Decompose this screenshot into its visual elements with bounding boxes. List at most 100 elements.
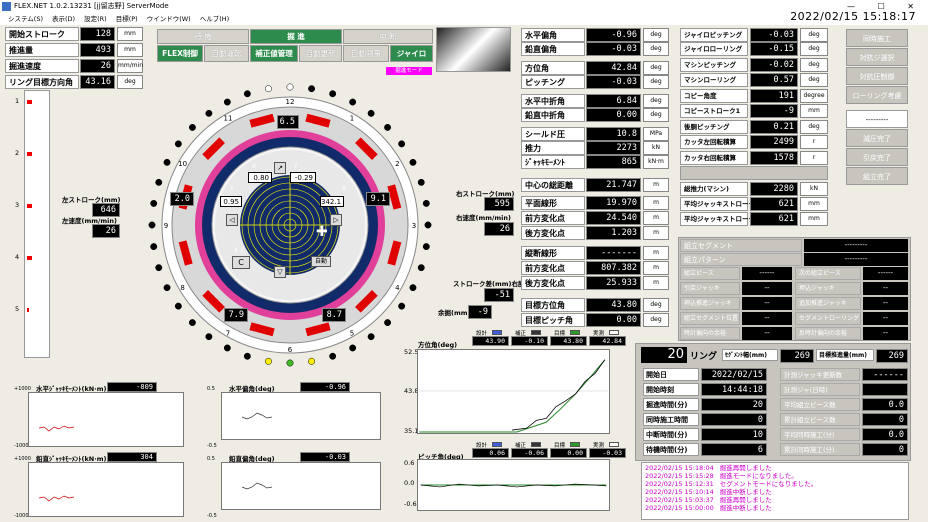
menu-system[interactable]: システム(S) xyxy=(8,15,43,23)
seg-width-label: ｾｸﾞﾒﾝﾄ幅(mm) xyxy=(722,349,778,361)
param-value: 128 xyxy=(80,27,115,41)
flex-control-button[interactable]: FLEX制御 xyxy=(157,45,203,62)
log-message: 掘進再開しました xyxy=(719,464,772,472)
param-unit: deg xyxy=(800,58,828,72)
menu-target[interactable]: 目標(P) xyxy=(116,15,138,23)
side-button[interactable]: 減圧完了 xyxy=(846,129,908,147)
param-label: 方位角 xyxy=(521,61,585,75)
side-button[interactable]: 引戻完了 xyxy=(846,148,908,166)
ring-number-label: 11 xyxy=(224,115,233,123)
mini-chart-value: -809 xyxy=(107,382,157,392)
param-label: 平面線形 xyxy=(521,196,585,210)
menu-help[interactable]: ヘルプ(H) xyxy=(200,15,229,23)
event-log[interactable]: 2022/02/15 15:18:04 掘進再開しました 2022/02/15 15… xyxy=(641,462,909,520)
assembly-value: -- xyxy=(742,282,792,295)
tab-wait[interactable]: 待 機 xyxy=(157,29,249,44)
param-label: 総推力(マシン) xyxy=(680,182,748,196)
menu-window[interactable]: ウインドウ(W) xyxy=(147,15,191,23)
auto-survey-button[interactable]: 自動測量 xyxy=(343,45,389,62)
legend-value: -0.10 xyxy=(511,336,548,346)
auto-button[interactable]: 自動 xyxy=(311,256,331,267)
assembly-label: 組立パターン xyxy=(680,253,802,266)
param-label: 推進量 xyxy=(5,43,79,57)
info-value-right: 0.0 xyxy=(862,398,908,411)
param-label: コピーストローク1 xyxy=(680,104,748,118)
legend-swatch xyxy=(609,442,619,447)
target-len-value: 269 xyxy=(876,349,908,363)
info-label: 中断時間(分) xyxy=(643,428,699,441)
param-label: 鉛直偏角 xyxy=(521,42,585,56)
target-len-label: 目標推進量(mm) xyxy=(816,349,874,361)
info-label-right: 平均組立ピース数 xyxy=(780,398,860,411)
mode-panel: 待 機 掘 進 中 断 FLEX制御 自動運転 補正値管理 自動更新 自動測量 … xyxy=(157,29,433,63)
info-value: 2022/02/15 xyxy=(701,368,767,381)
legend-value: 42.84 xyxy=(589,336,626,346)
param-unit: r xyxy=(800,135,828,149)
center-button[interactable]: C xyxy=(232,256,250,269)
app-icon xyxy=(2,2,11,11)
side-button[interactable]: ローリング考慮 xyxy=(846,86,908,104)
side-button[interactable]: 対抗圧制御 xyxy=(846,67,908,85)
side-button[interactable]: 同時施工 xyxy=(846,29,908,47)
gauge-mark xyxy=(27,308,29,312)
info-label-right: 累計組立ピース数 xyxy=(780,413,860,426)
gyro-button[interactable]: ジャイロ xyxy=(390,45,433,62)
info-label-right: 計測ジャッキ更新数 xyxy=(780,368,860,381)
info-label: 同時施工時間(分) xyxy=(643,413,699,436)
info-value: 10 xyxy=(701,428,767,441)
legend-swatch xyxy=(609,330,619,335)
param-value: -0.15 xyxy=(750,42,798,56)
log-time: 2022/02/15 15:18:04 xyxy=(645,464,714,472)
log-message: セグメントモードになりました。 xyxy=(719,480,818,488)
auto-update-button[interactable]: 自動更新 xyxy=(299,45,342,62)
menu-view[interactable]: 表示(D) xyxy=(52,15,75,23)
param-unit: degree xyxy=(800,89,828,103)
menu-bar: システム(S) 表示(D) 設定(R) 目標(P) ウインドウ(W) ヘルプ(H) xyxy=(0,13,928,25)
scale-label: 3 xyxy=(15,201,20,209)
scale-label: 2 xyxy=(15,149,20,157)
azimuth-chart xyxy=(417,349,610,434)
seg-width-value: 269 xyxy=(780,349,814,363)
side-button[interactable]: 対抗ジ選択 xyxy=(846,48,908,66)
log-time: 2022/02/15 15:15:28 xyxy=(645,472,714,480)
assembly-label: 組立セグメント xyxy=(680,239,802,252)
tab-excavate[interactable]: 掘 進 xyxy=(250,29,342,44)
ring-number-label: 3 xyxy=(412,222,416,230)
side-button[interactable]: --------- xyxy=(846,110,908,128)
mini-chart-value: -0.96 xyxy=(300,382,350,392)
assembly-label: 組立ピース xyxy=(680,267,740,280)
param-value: 493 xyxy=(80,43,115,57)
correction-button[interactable]: 補正値管理 xyxy=(250,45,298,62)
mini-ymax: 0.5 xyxy=(207,456,215,462)
right-arrow-button[interactable]: ▷ xyxy=(330,214,342,226)
mini-chart-value: -0.03 xyxy=(300,452,350,462)
menu-settings[interactable]: 設定(R) xyxy=(84,15,107,23)
param-unit: m xyxy=(643,196,669,210)
up-arrow-button[interactable]: ↗ xyxy=(274,162,286,174)
auto-run-button[interactable]: 自動運転 xyxy=(204,45,249,62)
down-arrow-button[interactable]: ▽ xyxy=(274,266,286,278)
param-unit: mm/min xyxy=(117,59,143,73)
param-value: 6.84 xyxy=(586,94,641,108)
log-time: 2022/02/15 15:12:31 xyxy=(645,480,714,488)
camera-view xyxy=(436,27,511,72)
param-label: 縦断線形 xyxy=(521,246,585,260)
param-unit: mm xyxy=(800,212,828,226)
title-bar: FLEX.NET 1.0.2.13231 [jj留志野] ServerMode —… xyxy=(0,0,928,13)
side-button[interactable]: 組立完了 xyxy=(846,167,908,185)
param-label: 開始ストローク xyxy=(5,27,79,41)
legend-swatch xyxy=(531,442,541,447)
param-value: 2499 xyxy=(750,135,798,149)
mini-ymin: -1000 xyxy=(14,513,29,519)
left-arrow-button[interactable]: ◁ xyxy=(226,214,238,226)
assembly-value: -- xyxy=(863,312,908,325)
param-value: -0.96 xyxy=(586,28,641,42)
assembly-value: --------- xyxy=(804,239,908,252)
tab-pause[interactable]: 中 断 xyxy=(343,29,433,44)
param-unit: kN xyxy=(643,141,669,155)
assembly-value: -- xyxy=(863,297,908,310)
azimuth-title: 方位角(deg) xyxy=(418,341,458,349)
scale-label: 4 xyxy=(15,253,20,261)
param-value: 26 xyxy=(80,59,115,73)
info-label: 掘進時間(分) xyxy=(643,398,699,411)
